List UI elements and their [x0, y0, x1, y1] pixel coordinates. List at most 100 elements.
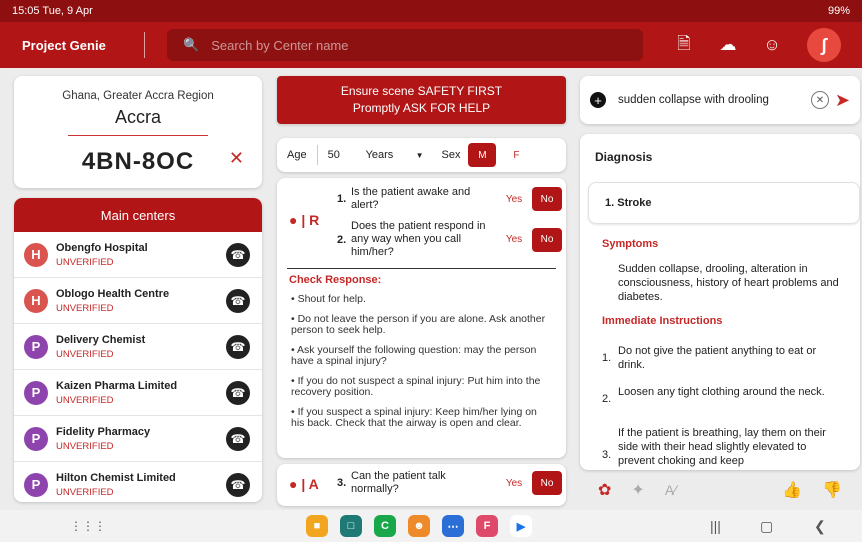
- pharmacy-icon: P: [24, 426, 48, 451]
- pharmacy-icon: P: [24, 334, 48, 359]
- question-row: 3. Can the patient talk normally? Yes No: [337, 470, 562, 496]
- step-item: • Ask yourself the following question: m…: [291, 343, 537, 367]
- pharmacy-icon: P: [24, 380, 48, 405]
- centers-header: Main centers: [14, 198, 262, 232]
- divider: [287, 268, 556, 269]
- center-name: Kaizen Pharma Limited: [56, 379, 178, 392]
- yes-button[interactable]: Yes: [496, 478, 532, 489]
- recents-icon[interactable]: |||: [710, 518, 721, 534]
- sex-label: Sex: [441, 149, 461, 161]
- contacts-app-icon[interactable]: ☻: [408, 515, 430, 537]
- male-button[interactable]: M: [468, 143, 497, 167]
- face-icon[interactable]: ☺: [755, 28, 789, 62]
- center-item[interactable]: H Oblogo Health Centre UNVERIFIED ☎: [14, 278, 262, 324]
- banner-line-1: Ensure scene SAFETY FIRST: [340, 84, 503, 98]
- files-app-icon[interactable]: ■: [306, 515, 328, 537]
- symptom-input-bar: + sudden collapse with drooling ✕ ➤: [580, 76, 860, 124]
- app-bar: Project Genie 🔍 Search by Center name 🗎 …: [0, 22, 862, 68]
- step-item: • Shout for help.: [291, 293, 366, 305]
- thumbs-up-icon[interactable]: 👍: [782, 480, 802, 500]
- question-text: Is the patient awake and alert?: [351, 186, 471, 211]
- avatar-icon[interactable]: ∫: [807, 28, 841, 62]
- openai-icon[interactable]: ✿: [598, 480, 611, 500]
- calendar-app-icon[interactable]: □: [340, 515, 362, 537]
- no-button[interactable]: No: [532, 471, 562, 495]
- center-name: Oblogo Health Centre: [56, 287, 170, 300]
- home-icon[interactable]: ▢: [760, 518, 773, 535]
- translate-icon[interactable]: A∕: [665, 482, 677, 498]
- question-number: 2.: [337, 233, 347, 246]
- export-icon[interactable]: 🗎: [667, 28, 701, 62]
- instruction-text: If the patient is breathing, lay them on…: [618, 427, 826, 467]
- diagnosis-toolbar: ✿ ✦ A∕ 👍 👎: [580, 472, 860, 508]
- phone-icon[interactable]: ☎: [226, 472, 250, 497]
- close-icon[interactable]: ✕: [229, 148, 244, 169]
- yes-button[interactable]: Yes: [496, 194, 532, 205]
- back-icon[interactable]: ❮: [814, 518, 826, 535]
- center-status: UNVERIFIED: [56, 256, 114, 268]
- app-title: Project Genie: [22, 37, 106, 53]
- center-item[interactable]: P Delivery Chemist UNVERIFIED ☎: [14, 324, 262, 370]
- apps-grid-icon[interactable]: ⋮⋮⋮: [70, 519, 106, 533]
- center-item[interactable]: P Kaizen Pharma Limited UNVERIFIED ☎: [14, 370, 262, 416]
- instruction-number: 2.: [602, 393, 612, 405]
- patient-info-bar: Age 50 Years ▼ Sex M F: [277, 138, 566, 172]
- yes-button[interactable]: Yes: [496, 234, 532, 245]
- phone-icon[interactable]: ☎: [226, 288, 250, 313]
- instruction-text: Do not give the patient anything to eat …: [618, 345, 817, 371]
- airway-badge: ● | A: [289, 476, 319, 492]
- instruction-item: 2. Loosen any tight clothing around the …: [602, 385, 846, 406]
- safety-banner: Ensure scene SAFETY FIRST Promptly ASK F…: [277, 76, 566, 124]
- divider: [68, 135, 208, 136]
- no-button[interactable]: No: [532, 227, 562, 252]
- messages-app-icon[interactable]: ⋯: [442, 515, 464, 537]
- status-bar: 15:05 Tue, 9 Apr 99%: [0, 0, 862, 22]
- instruction-item: 1. Do not give the patient anything to e…: [602, 344, 846, 372]
- badge-letter: A: [308, 476, 319, 492]
- female-button[interactable]: F: [502, 143, 530, 167]
- phone-icon[interactable]: ☎: [226, 380, 250, 405]
- phone-icon[interactable]: ☎: [226, 334, 250, 359]
- badge-letter: R: [309, 212, 320, 228]
- add-icon[interactable]: +: [590, 92, 606, 108]
- instruction-number: 1.: [602, 352, 612, 364]
- phone-app-icon[interactable]: C: [374, 515, 396, 537]
- city-label: Accra: [114, 107, 161, 127]
- step-item: • Do not leave the person if you are alo…: [291, 312, 546, 336]
- age-input[interactable]: 50: [328, 149, 366, 161]
- center-item[interactable]: P Fidelity Pharmacy UNVERIFIED ☎: [14, 416, 262, 462]
- send-icon[interactable]: ➤: [835, 90, 850, 111]
- play-store-icon[interactable]: ▶: [510, 515, 532, 537]
- age-unit-select[interactable]: Years: [366, 149, 416, 161]
- airway-card: ● | A 3. Can the patient talk normally? …: [277, 464, 566, 506]
- chevron-down-icon[interactable]: ▼: [416, 151, 424, 160]
- instructions-title: Immediate Instructions: [602, 315, 723, 327]
- age-label: Age: [287, 149, 307, 161]
- center-item[interactable]: H Obengfo Hospital UNVERIFIED ☎: [14, 232, 262, 278]
- thumbs-down-icon[interactable]: 👎: [822, 480, 842, 500]
- center-item[interactable]: P Hilton Chemist Limited UNVERIFIED ☎: [14, 462, 262, 502]
- symptom-input[interactable]: sudden collapse with drooling: [618, 94, 769, 106]
- search-input[interactable]: 🔍 Search by Center name: [167, 29, 643, 61]
- question-row: 1. Is the patient awake and alert? Yes N…: [337, 186, 562, 212]
- upload-icon[interactable]: ☁: [711, 28, 745, 62]
- search-icon: 🔍: [183, 37, 200, 52]
- app-dock: ■ □ C ☻ ⋯ F ▶: [306, 515, 544, 537]
- clear-icon[interactable]: ✕: [810, 91, 829, 109]
- center-name: Hilton Chemist Limited: [56, 471, 176, 484]
- sparkle-icon[interactable]: ✦: [631, 480, 644, 500]
- phone-icon[interactable]: ☎: [226, 426, 250, 451]
- center-name: Obengfo Hospital: [56, 241, 148, 254]
- question-text: Can the patient talk normally?: [351, 470, 446, 495]
- diagnosis-result[interactable]: 1. Stroke: [588, 182, 860, 224]
- phone-icon[interactable]: ☎: [226, 242, 250, 267]
- main-centers-panel: Main centers H Obengfo Hospital UNVERIFIE…: [14, 198, 262, 502]
- assessment-card: ● | R 1. Is the patient awake and alert?…: [277, 178, 566, 458]
- instruction-text: Loosen any tight clothing around the nec…: [618, 386, 825, 398]
- center-name: Delivery Chemist: [56, 333, 146, 346]
- no-button[interactable]: No: [532, 187, 562, 211]
- status-time: 15:05 Tue, 9 Apr: [12, 5, 93, 17]
- free-app-icon[interactable]: F: [476, 515, 498, 537]
- location-card: Ghana, Greater Accra Region Accra 4BN-8O…: [14, 76, 262, 188]
- response-badge: ● | R: [289, 212, 320, 228]
